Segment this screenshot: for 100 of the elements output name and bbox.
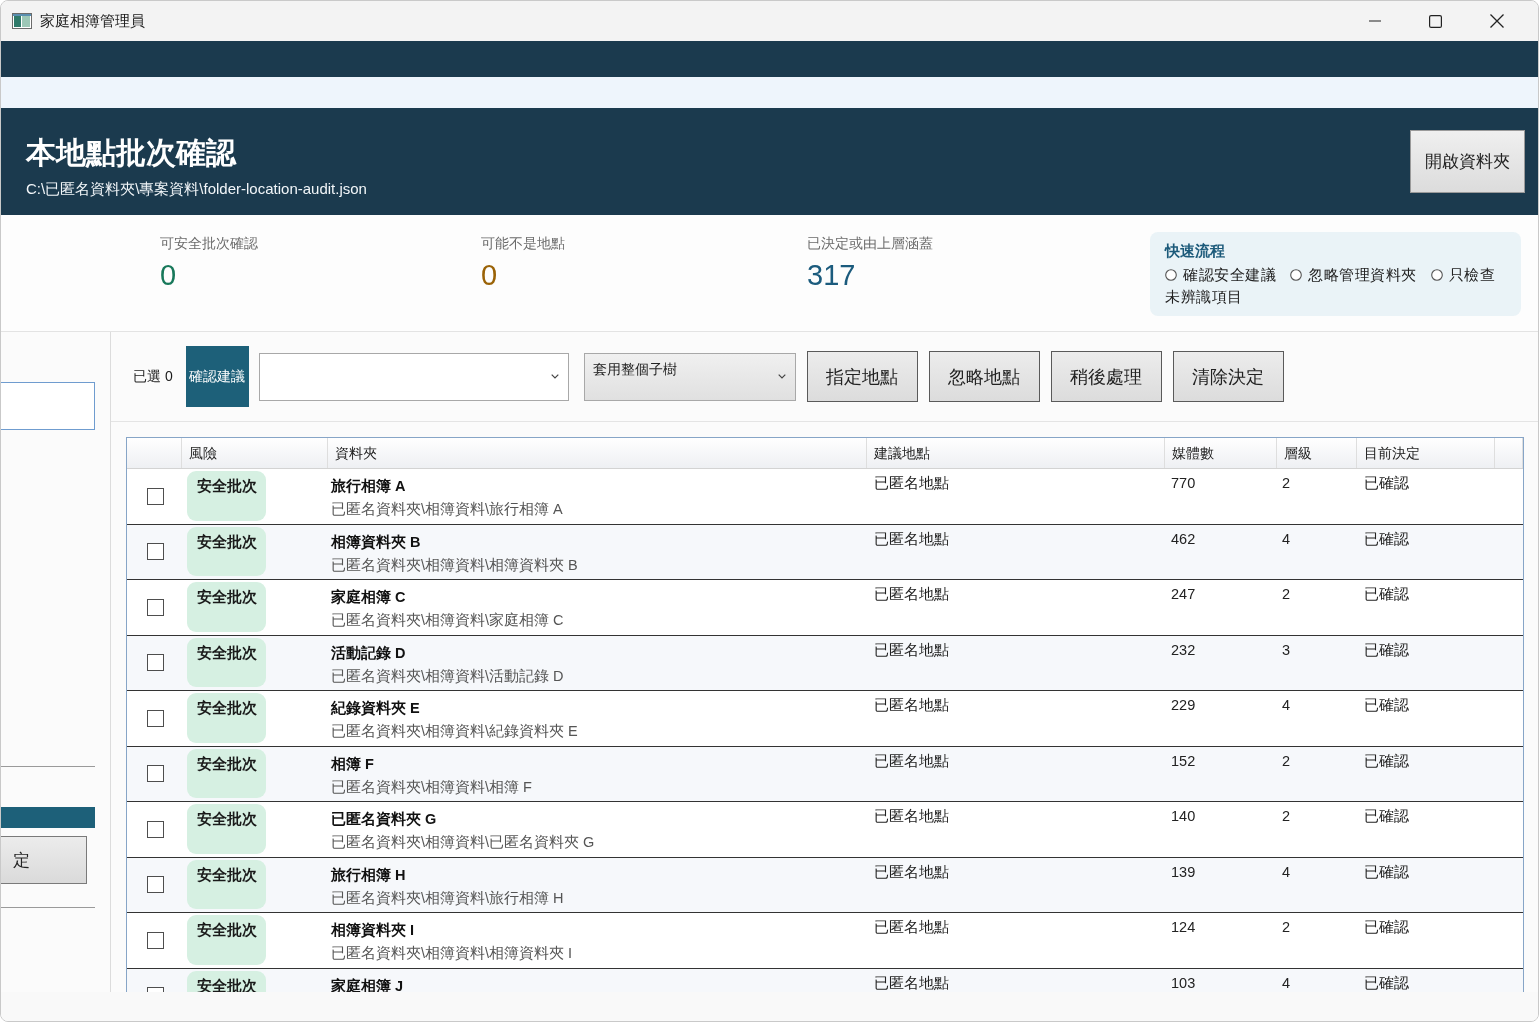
folder-name: 相簿資料夾 I <box>331 921 415 940</box>
risk-badge: 安全批次 <box>187 637 266 687</box>
stat-label: 可能不是地點 <box>481 234 565 252</box>
folder-name: 家庭相簿 J <box>331 976 404 992</box>
column-header[interactable]: 媒體數 <box>1172 445 1214 461</box>
app-icon <box>12 13 32 29</box>
action-button[interactable]: 清除決定 <box>1172 351 1284 402</box>
radio-icon[interactable] <box>1430 269 1443 281</box>
location-cell: 已匿名地點 <box>874 863 949 880</box>
close-icon[interactable] <box>1489 14 1504 28</box>
media-count-cell: 124 <box>1171 919 1196 935</box>
location-cell: 已匿名地點 <box>874 586 949 602</box>
caret-icon <box>550 373 559 379</box>
layer-cell: 2 <box>1282 752 1291 769</box>
stat-label: 已決定或由上層涵蓋 <box>807 234 933 252</box>
folder-path: 已匿名資料夾\相簿資料\家庭相簿 C <box>331 611 564 630</box>
media-count-cell: 770 <box>1171 475 1196 491</box>
layer-cell: 3 <box>1282 641 1291 658</box>
column-header[interactable]: 風險 <box>189 445 217 461</box>
row-checkbox[interactable] <box>147 543 164 561</box>
folder-name: 紀錄資料夾 E <box>331 699 420 718</box>
window-title: 家庭相簿管理員 <box>40 11 145 31</box>
media-count-cell: 462 <box>1171 530 1196 547</box>
row-checkbox[interactable] <box>147 487 164 505</box>
folder-path: 已匿名資料夾\相簿資料\相簿資料夾 I <box>331 944 573 963</box>
caret-icon <box>777 373 786 379</box>
folder-path: 已匿名資料夾\相簿資料\相簿 F <box>331 777 532 797</box>
media-count-cell: 140 <box>1171 808 1196 824</box>
media-count-cell: 152 <box>1171 752 1196 769</box>
folder-name: 旅行相簿 A <box>331 477 406 496</box>
column-header[interactable]: 目前決定 <box>1364 445 1420 461</box>
panel-button[interactable]: 定 <box>1 836 87 884</box>
column-header[interactable]: 建議地點 <box>874 445 930 461</box>
decision-cell: 已確認 <box>1364 919 1409 935</box>
folder-path: 已匿名資料夾\相簿資料\旅行相簿 H <box>331 888 564 908</box>
location-cell: 已匿名地點 <box>874 475 949 491</box>
location-cell: 已匿名地點 <box>874 974 949 991</box>
action-button[interactable]: 指定地點 <box>806 351 918 402</box>
dropdown-field[interactable] <box>258 352 569 401</box>
layer-cell: 2 <box>1282 475 1291 491</box>
stat-label: 可安全批次確認 <box>160 234 258 252</box>
location-cell: 已匿名地點 <box>874 641 949 658</box>
decision-cell: 已確認 <box>1364 752 1409 769</box>
location-cell: 已匿名地點 <box>874 808 949 824</box>
row-checkbox[interactable] <box>147 598 164 616</box>
risk-badge: 安全批次 <box>187 748 266 798</box>
decision-cell: 已確認 <box>1364 863 1409 880</box>
row-checkbox[interactable] <box>147 709 164 727</box>
decision-cell: 已確認 <box>1364 697 1409 713</box>
folder-name: 家庭相簿 C <box>331 588 406 607</box>
risk-badge: 安全批次 <box>187 693 266 743</box>
radio-icon[interactable] <box>1165 269 1177 281</box>
action-button[interactable]: 稍後處理 <box>1050 351 1162 402</box>
row-checkbox[interactable] <box>147 654 164 672</box>
layer-cell: 2 <box>1282 586 1291 602</box>
layer-cell: 4 <box>1282 530 1291 547</box>
risk-badge: 安全批次 <box>187 915 266 965</box>
folder-path: 已匿名資料夾\相簿資料\活動記錄 D <box>331 666 564 686</box>
folder-path: 已匿名資料夾\相簿資料\旅行相簿 A <box>331 500 563 519</box>
layer-cell: 4 <box>1282 974 1291 991</box>
radio-icon[interactable] <box>1290 269 1302 281</box>
layer-cell: 4 <box>1282 697 1291 713</box>
folder-name: 相簿資料夾 B <box>331 532 421 552</box>
row-checkbox[interactable] <box>147 876 164 894</box>
row-checkbox[interactable] <box>147 765 164 783</box>
maximize-icon[interactable] <box>1429 14 1442 28</box>
location-cell: 已匿名地點 <box>874 697 949 713</box>
card-title: 快速流程 <box>1165 241 1226 261</box>
folder-name: 相簿 F <box>331 754 374 774</box>
row-checkbox[interactable] <box>147 931 164 949</box>
column-header[interactable]: 層級 <box>1284 445 1312 461</box>
radio-group[interactable]: 確認安全建議 忽略管理資料夾 只檢查未辨識項目 <box>1165 264 1499 308</box>
risk-badge: 安全批次 <box>187 526 266 576</box>
open-folder-button[interactable]: 開啟資料夾 <box>1410 130 1525 193</box>
media-count-cell: 232 <box>1171 641 1196 658</box>
decision-cell: 已確認 <box>1364 808 1409 824</box>
risk-badge: 安全批次 <box>187 804 266 854</box>
layer-cell: 4 <box>1282 863 1291 880</box>
decision-cell: 已確認 <box>1364 974 1409 991</box>
media-count-cell: 139 <box>1171 863 1196 880</box>
location-cell: 已匿名地點 <box>874 752 949 769</box>
risk-badge: 安全批次 <box>187 582 266 632</box>
row-checkbox[interactable] <box>147 820 164 838</box>
stat-value: 317 <box>807 258 856 292</box>
layer-cell: 2 <box>1282 919 1291 935</box>
page-title: 本地點批次確認 <box>26 135 236 171</box>
minimize-icon[interactable] <box>1368 20 1381 22</box>
location-cell: 已匿名地點 <box>874 530 949 547</box>
scope-dropdown[interactable]: 套用整個子樹 <box>583 352 796 401</box>
text-field[interactable] <box>1 382 95 430</box>
selection-count: 已選 0 <box>133 367 173 386</box>
file-path: C:\已匿名資料夾\專案資料\folder-location-audit.json <box>26 180 367 198</box>
confirm-button[interactable]: 確認建議 <box>185 346 249 407</box>
folder-name: 旅行相簿 H <box>331 865 406 885</box>
action-button[interactable]: 忽略地點 <box>928 351 1040 402</box>
folder-path: 已匿名資料夾\相簿資料\相簿資料夾 B <box>331 555 578 575</box>
folder-path: 已匿名資料夾\相簿資料\紀錄資料夾 E <box>331 722 578 741</box>
risk-badge: 安全批次 <box>187 859 266 909</box>
decision-cell: 已確認 <box>1364 586 1409 602</box>
column-header[interactable]: 資料夾 <box>335 445 377 461</box>
